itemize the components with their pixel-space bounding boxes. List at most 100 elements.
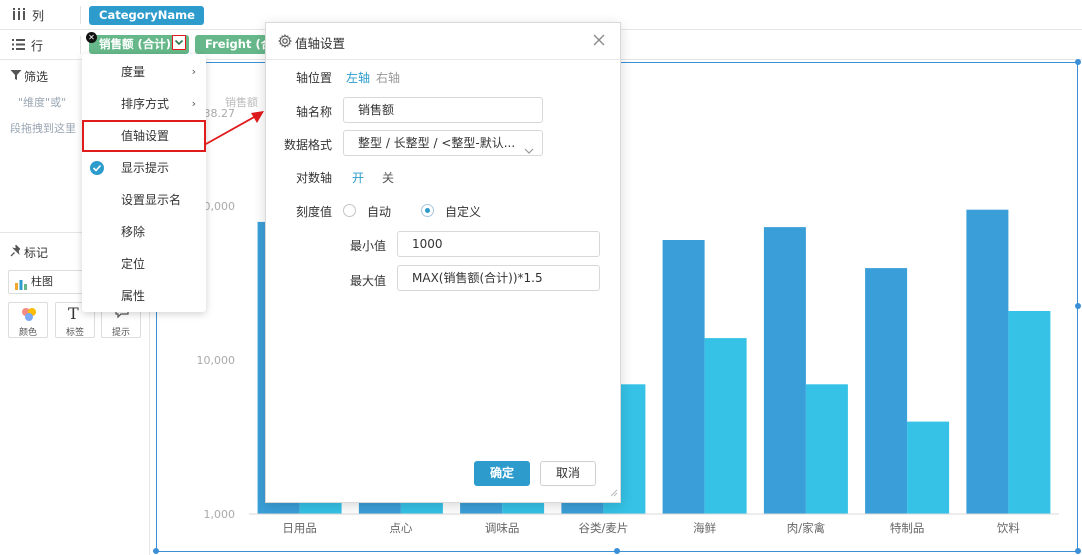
row-pill-sales-label: 销售额 (合计) <box>99 37 172 51</box>
dialog-title: 值轴设置 <box>278 33 345 52</box>
scale-custom-radio[interactable] <box>421 204 434 217</box>
pin-icon <box>10 243 22 260</box>
bar <box>907 421 950 514</box>
axis-name-label: 轴名称 <box>295 105 332 119</box>
filter-hint-line-1: "维度"或" <box>18 96 67 109</box>
columns-label-text: 列 <box>32 9 45 23</box>
scale-auto-option[interactable]: 自动 <box>367 203 391 220</box>
menu-item-set-display-name-label: 设置显示名 <box>121 193 182 207</box>
scale-custom-option[interactable]: 自定义 <box>445 203 481 220</box>
resize-handle-right[interactable] <box>1075 303 1081 309</box>
menu-item-remove[interactable]: 移除 <box>82 216 206 248</box>
row-pill-freight[interactable]: Freight (合 <box>195 35 267 54</box>
bar <box>1008 311 1051 514</box>
axis-left-option[interactable]: 左轴 <box>346 69 370 86</box>
marks-title-text: 标记 <box>24 246 49 260</box>
filter-title-text: 筛选 <box>24 70 49 84</box>
label-button-label: 标签 <box>65 328 84 338</box>
axis-name-input[interactable]: 销售额 <box>343 97 543 123</box>
axis-right-option[interactable]: 右轴 <box>376 69 400 86</box>
data-format-select[interactable]: 整型 / 长整型 / <整型-默认... <box>343 130 543 156</box>
filter-section-title: 筛选 <box>10 68 48 85</box>
bar <box>704 338 747 514</box>
data-format-label: 数据格式 <box>283 138 332 152</box>
menu-item-measure[interactable]: 度量 › <box>82 56 206 88</box>
ok-button[interactable]: 确定 <box>474 461 530 486</box>
rows-icon <box>12 38 25 53</box>
x-category-label: 谷类/麦片 <box>578 521 628 535</box>
x-category-label: 调味品 <box>485 521 519 535</box>
x-category-label: 特制品 <box>890 521 925 535</box>
column-pill-categoryname[interactable]: CategoryName <box>89 6 204 25</box>
color-palette-icon <box>21 306 37 325</box>
menu-item-show-tooltip-label: 显示提示 <box>121 161 170 175</box>
x-category-label: 肉/家禽 <box>787 521 826 535</box>
resize-handle-bottom-left[interactable] <box>153 548 159 554</box>
remove-pill-icon[interactable]: ✕ <box>86 32 97 43</box>
text-label-icon: T <box>68 304 79 323</box>
shelf-divider <box>80 36 81 54</box>
resize-handle-top-right[interactable] <box>1075 59 1081 65</box>
scale-label: 刻度值 <box>295 205 332 219</box>
max-value-label: 最大值 <box>349 274 386 288</box>
dialog-title-divider <box>266 59 620 60</box>
x-category-label: 饮料 <box>997 521 1020 535</box>
menu-item-show-tooltip[interactable]: 显示提示 <box>82 152 206 184</box>
menu-item-locate-label: 定位 <box>121 257 146 271</box>
resize-handle-bottom[interactable] <box>614 548 620 554</box>
min-value-label: 最小值 <box>349 239 386 253</box>
cancel-button[interactable]: 取消 <box>540 461 596 486</box>
gear-icon <box>278 34 292 51</box>
data-format-value: 整型 / 长整型 / <整型-默认... <box>358 136 516 150</box>
columns-shelf-label: 列 <box>12 7 44 24</box>
pill-dropdown-chevron-icon[interactable] <box>172 35 186 50</box>
menu-item-set-display-name[interactable]: 设置显示名 <box>82 184 206 216</box>
marks-section-title: 标记 <box>10 243 49 261</box>
shelf-divider <box>80 6 81 24</box>
filter-hint-line-2: 段拖拽到这里 <box>10 122 76 135</box>
bar <box>865 268 908 514</box>
columns-icon <box>12 8 26 23</box>
x-category-label: 点心 <box>389 521 412 535</box>
chevron-down-icon <box>524 139 534 155</box>
x-category-label: 海鲜 <box>693 521 716 535</box>
resize-handle-bottom-right[interactable] <box>1075 548 1081 554</box>
bar <box>662 240 705 514</box>
axis-position-label: 轴位置 <box>295 71 332 85</box>
close-icon[interactable] <box>592 33 606 47</box>
menu-item-locate[interactable]: 定位 <box>82 248 206 280</box>
mark-type-label: 柱图 <box>31 275 53 288</box>
menu-item-sort[interactable]: 排序方式 › <box>82 88 206 120</box>
filter-funnel-icon <box>10 69 22 84</box>
scale-auto-radio[interactable] <box>343 204 356 217</box>
y-tick-label: 0,000 <box>204 200 236 213</box>
log-axis-on-option[interactable]: 开 <box>352 169 364 186</box>
value-axis-settings-dialog: 值轴设置 轴位置 左轴 右轴 轴名称 销售额 数据格式 整型 / 长整型 / <… <box>265 22 621 503</box>
log-axis-off-option[interactable]: 关 <box>382 169 394 186</box>
bar-chart-icon <box>15 276 27 298</box>
menu-item-remove-label: 移除 <box>121 225 146 239</box>
menu-item-value-axis-settings[interactable]: 值轴设置 <box>82 120 206 152</box>
menu-item-sort-label: 排序方式 <box>121 97 170 111</box>
dialog-title-text: 值轴设置 <box>295 36 346 51</box>
log-axis-label: 对数轴 <box>295 171 332 185</box>
check-circle-icon <box>90 161 104 175</box>
rows-label-text: 行 <box>31 39 44 53</box>
menu-item-measure-label: 度量 <box>121 65 146 79</box>
x-category-label: 日用品 <box>282 521 317 535</box>
menu-item-properties-label: 属性 <box>121 289 146 303</box>
min-value-input[interactable]: 1000 <box>397 231 600 257</box>
color-button-label: 颜色 <box>18 328 37 338</box>
bar <box>763 227 806 514</box>
rows-shelf-label: 行 <box>12 37 43 54</box>
tooltip-button-label: 提示 <box>111 328 130 338</box>
bar <box>805 384 848 514</box>
resize-grip-icon[interactable] <box>608 486 618 500</box>
y-tick-label: 1,000 <box>204 508 236 521</box>
color-mark-button[interactable]: 颜色 <box>8 302 48 338</box>
menu-item-value-axis-label: 值轴设置 <box>121 129 170 143</box>
chevron-right-icon: › <box>191 65 196 78</box>
max-value-input[interactable]: MAX(销售额(合计))*1.5 <box>397 265 600 291</box>
menu-item-properties[interactable]: 属性 <box>82 280 206 312</box>
pill-context-menu: 度量 › 排序方式 › 值轴设置 显示提示 设置显示名 移除 定位 属性 <box>82 54 206 312</box>
